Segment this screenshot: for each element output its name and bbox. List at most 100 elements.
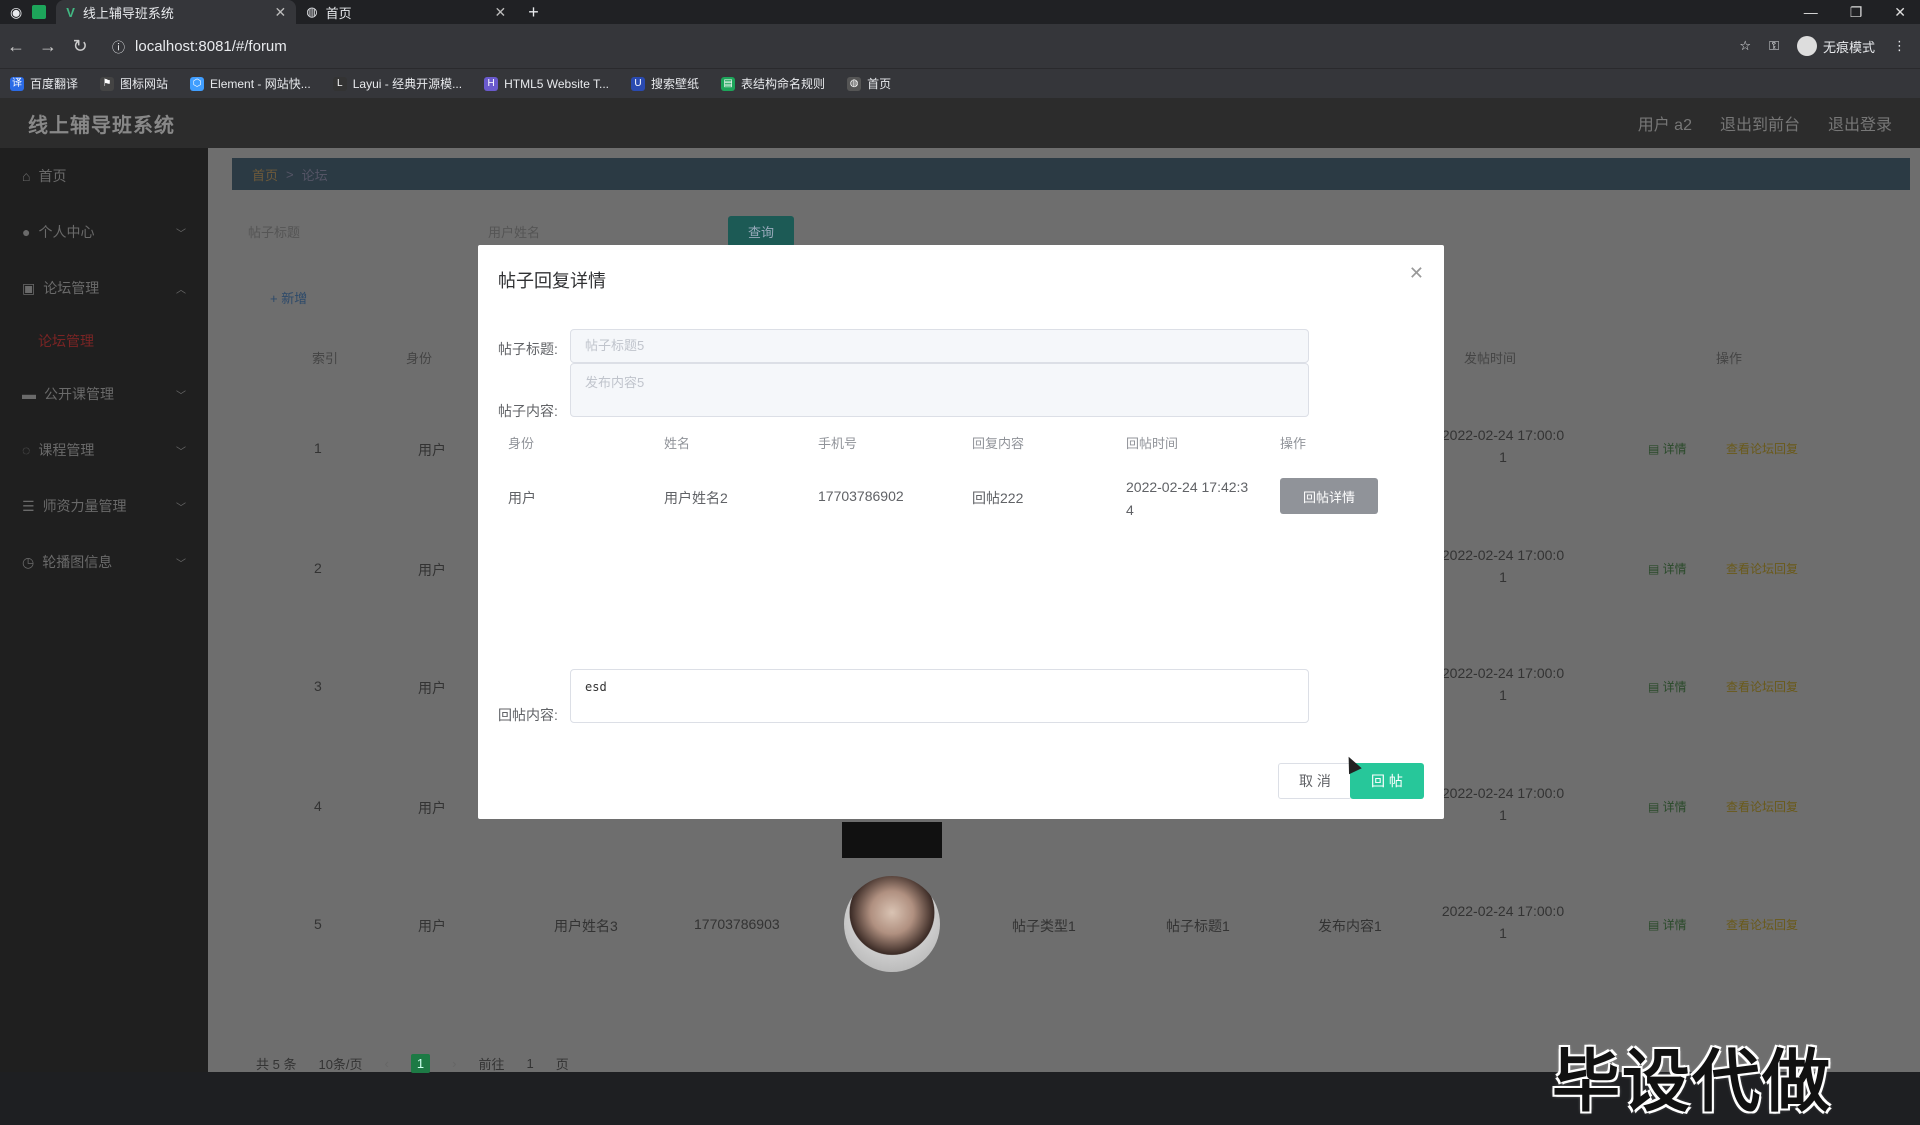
sidebar-item-teacher[interactable]: ☰ 师资力量管理 ﹀ <box>0 478 208 534</box>
cell-identity: 用户 <box>418 800 446 816</box>
view-replies-button[interactable]: 查看论坛回复 <box>1726 798 1798 815</box>
layui-icon: L <box>332 76 347 91</box>
view-replies-button[interactable]: 查看论坛回复 <box>1726 916 1798 933</box>
reply-textarea[interactable]: esd <box>570 669 1309 723</box>
col-identity: 身份 <box>508 436 535 451</box>
title-filter-input[interactable]: 帖子标题 <box>248 222 448 241</box>
view-replies-button[interactable]: 查看论坛回复 <box>1726 440 1798 457</box>
minimize-icon[interactable]: — <box>1804 4 1818 20</box>
flag-icon: ⚑ <box>100 76 115 91</box>
cell-index: 5 <box>314 916 322 932</box>
key-icon[interactable]: ⚿ <box>1769 38 1779 54</box>
reply-content: 回帖222 <box>972 490 1024 506</box>
reply-detail-button[interactable]: 回帖详情 <box>1280 478 1378 514</box>
add-button[interactable]: + 新增 <box>270 288 307 307</box>
browser-menu-icon[interactable]: ◉ <box>0 4 32 21</box>
bookmark-item[interactable]: ▤ 表结构命名规则 <box>721 75 825 92</box>
star-icon[interactable]: ☆ <box>1739 38 1751 54</box>
col-header-index: 索引 <box>312 351 339 366</box>
url-text: localhost:8081/#/forum <box>135 37 287 55</box>
tab-active[interactable]: V 线上辅导班系统 ✕ <box>56 0 297 24</box>
page-unit: 页 <box>555 1057 569 1072</box>
reply-name: 用户姓名2 <box>664 490 728 506</box>
sheet-icon: ▤ <box>721 76 736 91</box>
sidebar-item-open-course[interactable]: ▬ 公开课管理 ﹀ <box>0 366 208 422</box>
detail-button[interactable]: ▤ 详情 <box>1648 798 1687 815</box>
detail-button[interactable]: ▤ 详情 <box>1648 678 1687 695</box>
bookmark-item[interactable]: H HTML5 Website T... <box>484 76 609 91</box>
close-tab-icon[interactable]: ✕ <box>494 4 506 21</box>
forum-icon: ▣ <box>22 279 36 296</box>
kebab-menu-icon[interactable]: ⋮ <box>1893 38 1906 54</box>
detail-button[interactable]: ▤ 详情 <box>1648 916 1687 933</box>
detail-button[interactable]: ▤ 详情 <box>1648 440 1687 457</box>
col-header-identity[interactable]: 身份 <box>406 348 432 367</box>
restore-icon[interactable]: ❐ <box>1850 4 1863 21</box>
cell-time: 2022-02-24 17:00:0 1 <box>1441 903 1565 941</box>
col-header-ops: 操作 <box>1716 351 1743 366</box>
cancel-button[interactable]: 取 消 <box>1278 763 1352 799</box>
forward-icon[interactable]: → <box>32 36 64 57</box>
close-icon[interactable]: ✕ <box>1409 263 1424 284</box>
logout-link[interactable]: 退出登录 <box>1828 111 1892 135</box>
url-field[interactable]: ⓘ localhost:8081/#/forum <box>104 31 1739 61</box>
cell-index: 3 <box>314 678 322 694</box>
chevron-down-icon: ﹀ <box>176 228 186 240</box>
post-title-label: 帖子标题: <box>498 341 558 357</box>
bookmark-item[interactable]: ⚑ 图标网站 <box>100 75 168 92</box>
bookmark-item[interactable]: ⬡ Element - 网站快... <box>190 75 311 92</box>
teacher-icon: ☰ <box>22 497 35 514</box>
sidebar-item-profile[interactable]: ● 个人中心 ﹀ <box>0 204 208 260</box>
goto-input[interactable]: 1 <box>526 1056 533 1071</box>
globe-icon: ◍ <box>306 4 318 19</box>
reply-detail-dialog: 帖子回复详情 ✕ 帖子标题: 帖子标题5 帖子内容: 发布内容5 身份 姓名 手… <box>478 245 1444 819</box>
sidebar-subitem-forum-manage[interactable]: 论坛管理 <box>0 316 208 366</box>
back-to-front-link[interactable]: 退出到前台 <box>1720 111 1800 135</box>
post-title-input[interactable]: 帖子标题5 <box>570 329 1309 363</box>
sidebar-item-carousel[interactable]: ◷ 轮播图信息 ﹀ <box>0 534 208 590</box>
avatar <box>844 876 940 972</box>
tab-label: 首页 <box>325 5 352 21</box>
app-brand: 线上辅导班系统 <box>28 114 175 137</box>
col-header-time[interactable]: 发帖时间 <box>1464 348 1516 367</box>
prev-page-icon[interactable]: ‹ <box>385 1056 389 1071</box>
incognito-avatar-icon[interactable] <box>1796 36 1817 56</box>
col-name: 姓名 <box>664 436 691 451</box>
next-page-icon[interactable]: › <box>452 1056 456 1071</box>
user-icon: ● <box>22 224 31 240</box>
bookmark-item[interactable]: ◍ 首页 <box>847 75 891 92</box>
breadcrumb-current: 论坛 <box>301 167 328 183</box>
post-content-textarea[interactable]: 发布内容5 <box>570 363 1309 417</box>
bookmark-item[interactable]: 译百度翻译 <box>10 75 78 92</box>
close-window-icon[interactable]: ✕ <box>1894 4 1906 21</box>
bookmark-item[interactable]: U 搜索壁纸 <box>631 75 699 92</box>
bookmark-item[interactable]: L Layui - 经典开源模... <box>332 75 462 92</box>
sidebar-item-home[interactable]: ⌂ 首页 <box>0 148 208 204</box>
total-count: 共 5 条 <box>256 1057 297 1072</box>
reply-time: 2022-02-24 17:42:3 4 <box>1126 479 1249 518</box>
breadcrumb: 首页 > 论坛 <box>232 158 1910 190</box>
sidebar-item-course[interactable]: ◌ 课程管理 ﹀ <box>0 422 208 478</box>
view-replies-button[interactable]: 查看论坛回复 <box>1726 678 1798 695</box>
cell-index: 4 <box>314 798 322 814</box>
wallpaper-icon: U <box>631 76 646 91</box>
page-number[interactable]: 1 <box>410 1054 431 1073</box>
cell-name: 用户姓名3 <box>554 918 618 934</box>
view-replies-button[interactable]: 查看论坛回复 <box>1726 560 1798 577</box>
query-button[interactable]: 查询 <box>728 216 795 247</box>
app-header: 线上辅导班系统 用户 a2 退出到前台 退出登录 <box>0 98 1920 148</box>
close-tab-icon[interactable]: ✕ <box>274 4 286 21</box>
breadcrumb-home[interactable]: 首页 <box>252 165 278 184</box>
post-content-label: 帖子内容: <box>498 403 558 419</box>
reload-icon[interactable]: ↻ <box>64 36 96 57</box>
detail-button[interactable]: ▤ 详情 <box>1648 560 1687 577</box>
page-size-select[interactable]: 10条/页 <box>318 1054 362 1073</box>
cell-index: 1 <box>314 440 322 456</box>
cell-time: 2022-02-24 17:00:0 1 <box>1441 785 1565 823</box>
tab-inactive[interactable]: ◍ 首页 ✕ <box>296 0 516 24</box>
name-filter-input[interactable]: 用户姓名 <box>488 222 688 241</box>
sidebar-item-forum[interactable]: ▣ 论坛管理 ︿ <box>0 260 208 316</box>
back-icon[interactable]: ← <box>0 36 32 57</box>
element-icon: ⬡ <box>190 76 205 91</box>
new-tab-icon[interactable]: + <box>516 2 551 23</box>
